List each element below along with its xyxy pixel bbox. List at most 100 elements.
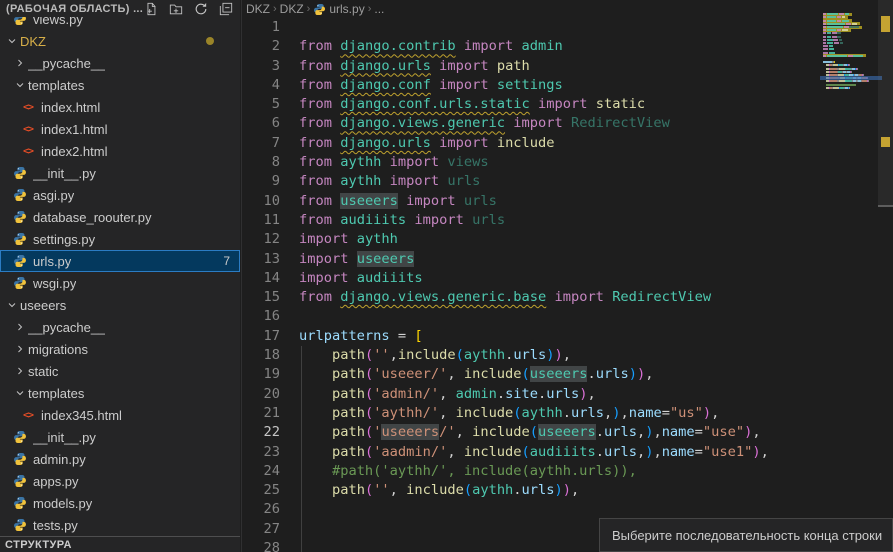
line-number[interactable]: 16 xyxy=(242,307,280,326)
line-number[interactable]: 23 xyxy=(242,443,280,462)
new-folder-button[interactable] xyxy=(168,1,184,17)
tree-item-label: index345.html xyxy=(41,408,122,423)
tree-item-static[interactable]: static xyxy=(0,360,240,382)
code-line: 8from aythh import views xyxy=(242,153,893,172)
code-line: 25 path('', include(aythh.urls)), xyxy=(242,481,893,500)
line-number[interactable]: 3 xyxy=(242,57,280,76)
line-number[interactable]: 15 xyxy=(242,288,280,307)
code-line: 6from django.views.generic import Redire… xyxy=(242,114,893,133)
tree-item-settings-py[interactable]: settings.py xyxy=(0,228,240,250)
code-editor[interactable]: DKZ›DKZ›urls.py›... 12from django.contri… xyxy=(241,0,893,552)
tree-item-urls-py[interactable]: urls.py7 xyxy=(0,250,240,272)
tree-item-models-py[interactable]: models.py xyxy=(0,492,240,514)
line-number[interactable]: 26 xyxy=(242,500,280,519)
workspace-title: (РАБОЧАЯ ОБЛАСТЬ) ... xyxy=(6,3,143,15)
line-number[interactable]: 10 xyxy=(242,192,280,211)
warning-marker xyxy=(881,137,890,147)
line-number[interactable]: 5 xyxy=(242,95,280,114)
line-number[interactable]: 18 xyxy=(242,346,280,365)
chevron-icon xyxy=(14,57,26,69)
tree-item-label: __pycache__ xyxy=(28,320,105,335)
tree-item-label: index2.html xyxy=(41,144,107,159)
refresh-button[interactable] xyxy=(193,1,209,17)
tooltip-text: Выберите последовательность конца строки xyxy=(612,528,882,543)
breadcrumb-separator: › xyxy=(273,3,277,15)
breadcrumb-item[interactable]: ... xyxy=(374,2,384,16)
python-icon xyxy=(13,452,27,466)
line-number[interactable]: 11 xyxy=(242,211,280,230)
python-icon xyxy=(313,3,326,16)
code-line: 15from django.views.generic.base import … xyxy=(242,288,893,307)
python-icon xyxy=(13,496,27,510)
tree-item-asgi-py[interactable]: asgi.py xyxy=(0,184,240,206)
new-file-icon xyxy=(144,2,158,16)
line-number[interactable]: 9 xyxy=(242,172,280,191)
tree-item-dkz[interactable]: DKZ xyxy=(0,30,240,52)
breadcrumb-separator: › xyxy=(307,3,311,15)
code-line: 9from aythh import urls xyxy=(242,172,893,191)
line-number[interactable]: 22 xyxy=(242,423,280,442)
tree-item-label: settings.py xyxy=(33,232,95,247)
line-number[interactable]: 25 xyxy=(242,481,280,500)
twisty-icon xyxy=(4,33,20,49)
breadcrumb-item[interactable]: DKZ xyxy=(280,2,304,16)
tree-item-label: models.py xyxy=(33,496,92,511)
html-icon: <> xyxy=(23,124,33,135)
breadcrumb-item[interactable]: DKZ xyxy=(246,2,270,16)
line-number[interactable]: 17 xyxy=(242,327,280,346)
code-area[interactable]: 12from django.contrib import admin3from … xyxy=(242,18,893,552)
tree-item-index2-html[interactable]: <> index2.html xyxy=(0,140,240,162)
line-number[interactable]: 19 xyxy=(242,365,280,384)
breadcrumb-item[interactable]: urls.py xyxy=(313,2,364,16)
tree-item--init-py[interactable]: __init__.py xyxy=(0,426,240,448)
tree-item-label: wsgi.py xyxy=(33,276,76,291)
tree-item-migrations[interactable]: migrations xyxy=(0,338,240,360)
line-number[interactable]: 21 xyxy=(242,404,280,423)
line-number[interactable]: 8 xyxy=(242,153,280,172)
tree-item-templates[interactable]: templates xyxy=(0,382,240,404)
breadcrumb-separator: › xyxy=(368,3,372,15)
chevron-icon xyxy=(6,299,18,311)
tree-item-wsgi-py[interactable]: wsgi.py xyxy=(0,272,240,294)
tree-item-database-roouter-py[interactable]: database_roouter.py xyxy=(0,206,240,228)
tree-item--pycache-[interactable]: __pycache__ xyxy=(0,316,240,338)
html-icon: <> xyxy=(23,146,33,157)
code-line: 5from django.conf.urls.static import sta… xyxy=(242,95,893,114)
line-number[interactable]: 7 xyxy=(242,134,280,153)
line-number[interactable]: 28 xyxy=(242,539,280,552)
line-number[interactable]: 27 xyxy=(242,520,280,539)
tree-item-apps-py[interactable]: apps.py xyxy=(0,470,240,492)
code-line: 10from useeers import urls xyxy=(242,192,893,211)
minimap[interactable] xyxy=(822,0,880,552)
scrollbar[interactable] xyxy=(878,0,893,552)
chevron-icon xyxy=(6,35,18,47)
tree-item-index345-html[interactable]: <>index345.html xyxy=(0,404,240,426)
tree-item-templates[interactable]: templates xyxy=(0,74,240,96)
vscode-window: views.pyDKZ__pycache__templates<>index.h… xyxy=(0,0,893,552)
code-line: 23 path('aadmin/', include(audiiits.urls… xyxy=(242,443,893,462)
outline-section-header[interactable]: СТРУКТУРА xyxy=(0,536,240,552)
python-icon xyxy=(13,276,27,290)
collapse-all-button[interactable] xyxy=(218,1,234,17)
line-number[interactable]: 6 xyxy=(242,114,280,133)
twisty-icon xyxy=(4,297,20,313)
tree-item-admin-py[interactable]: admin.py xyxy=(0,448,240,470)
line-number[interactable]: 2 xyxy=(242,37,280,56)
line-number[interactable]: 12 xyxy=(242,230,280,249)
line-number[interactable]: 4 xyxy=(242,76,280,95)
line-number[interactable]: 20 xyxy=(242,385,280,404)
tree-item--pycache-[interactable]: __pycache__ xyxy=(0,52,240,74)
tree-item-index-html[interactable]: <>index.html xyxy=(0,96,240,118)
new-file-button[interactable] xyxy=(143,1,159,17)
python-icon xyxy=(13,166,27,180)
tree-item-tests-py[interactable]: tests.py xyxy=(0,514,240,536)
tree-item-index1-html[interactable]: <>index1.html xyxy=(0,118,240,140)
tree-item--init-py[interactable]: __init__.py xyxy=(0,162,240,184)
line-number[interactable]: 14 xyxy=(242,269,280,288)
tree-item-useeers[interactable]: useeers xyxy=(0,294,240,316)
line-number[interactable]: 24 xyxy=(242,462,280,481)
code-line: 4from django.conf import settings xyxy=(242,76,893,95)
line-number[interactable]: 1 xyxy=(242,18,280,37)
warning-marker xyxy=(881,16,890,32)
line-number[interactable]: 13 xyxy=(242,250,280,269)
